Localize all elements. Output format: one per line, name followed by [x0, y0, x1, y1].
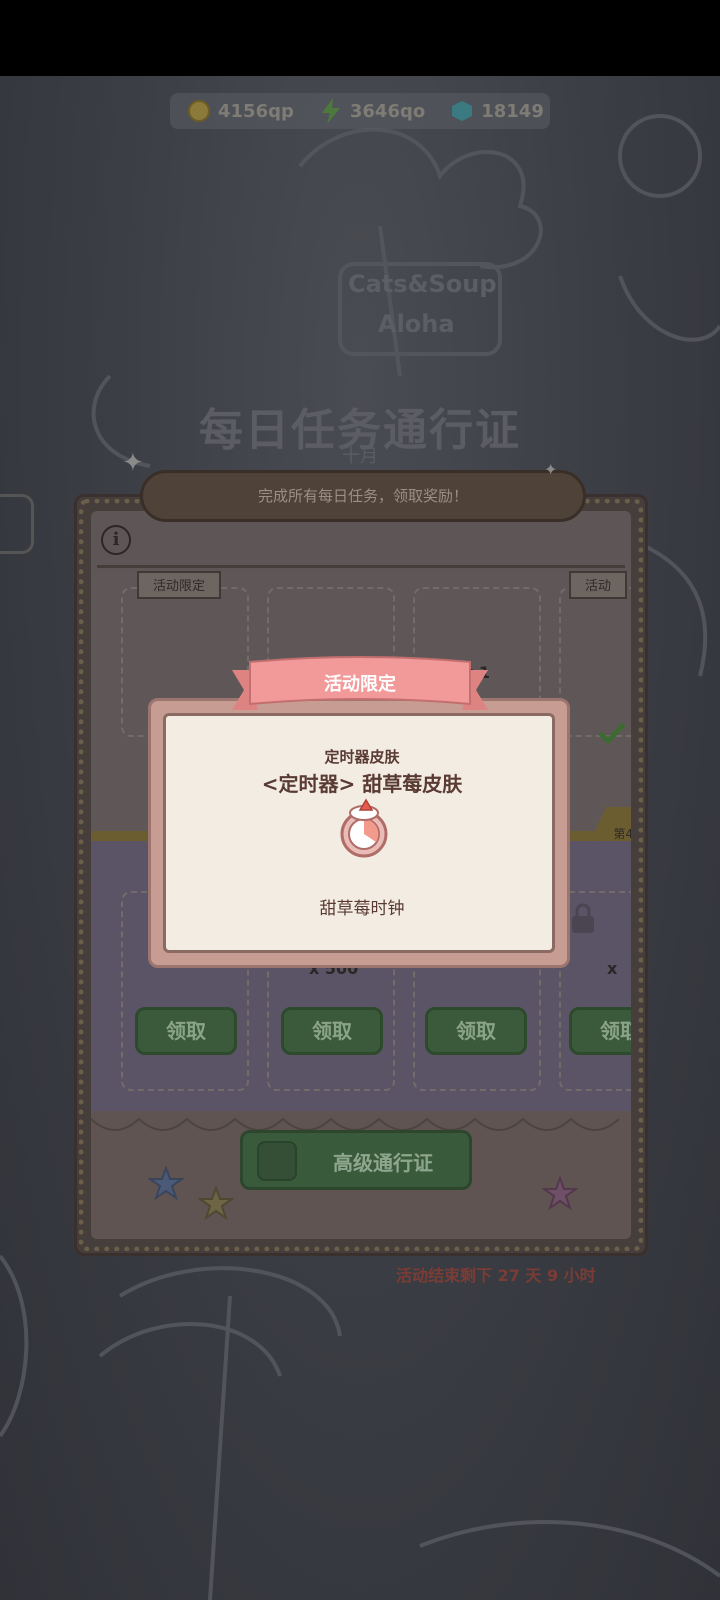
premium-pass-label: 高级通行证: [333, 1151, 433, 1175]
item-name: 甜草莓时钟: [319, 899, 405, 919]
checkmark-icon: [598, 722, 626, 745]
claim-button[interactable]: 领取: [135, 1007, 237, 1055]
premium-pass-button[interactable]: 高级通行证: [240, 1130, 472, 1190]
gem-value: 18149: [481, 100, 544, 122]
currency-bar: 4156qp 3646qo 18149: [170, 93, 550, 129]
lock-icon: [572, 903, 594, 933]
strawberry-timer-icon: [340, 798, 388, 858]
sign-illustration-text: Cats&Soup: [348, 270, 497, 298]
divider: [97, 565, 625, 568]
hanging-star-icon: [542, 1176, 578, 1211]
level-label: 第4: [613, 827, 631, 841]
energy-value: 3646qo: [349, 100, 426, 122]
gem-icon: [452, 101, 473, 121]
claim-button[interactable]: 领取: [569, 1007, 631, 1055]
gem-counter: 18149: [451, 100, 544, 122]
sparkle-icon: ✦: [122, 448, 144, 478]
lock-icon: [257, 1141, 297, 1181]
task-banner: 完成所有每日任务，领取奖励！: [140, 470, 586, 522]
coin-counter: 4156qp: [188, 100, 294, 122]
hanging-star-icon: [198, 1186, 234, 1221]
lightning-icon: [321, 98, 340, 124]
sparkle-icon: ✦: [544, 460, 558, 479]
limited-ribbon: 活动限定: [232, 656, 488, 720]
claim-button[interactable]: 领取: [425, 1007, 527, 1055]
energy-counter: 3646qo: [320, 98, 425, 124]
reward-detail-modal[interactable]: 定时器皮肤 <定时器> 甜草莓皮肤 甜草莓时钟: [148, 698, 570, 968]
page-subtitle: 十月: [342, 446, 378, 467]
hanging-star-icon: [148, 1166, 184, 1201]
status-bar: [0, 0, 720, 76]
item-type: 定时器皮肤: [324, 748, 400, 766]
reward-quantity: x: [607, 959, 618, 978]
side-tab[interactable]: [0, 494, 34, 554]
screen: Cats&Soup Aloha 4156qp 3646qo 18149 每日任务…: [0, 0, 720, 1600]
svg-text:Aloha: Aloha: [378, 310, 455, 338]
coin-icon: [188, 100, 210, 122]
limited-tag: 活动限定: [137, 571, 222, 599]
coin-value: 4156qp: [218, 100, 294, 122]
limited-tag: 活动: [569, 571, 628, 599]
claim-button[interactable]: 领取: [281, 1007, 383, 1055]
info-icon[interactable]: i: [101, 525, 131, 555]
event-countdown: 活动结束剩下 27 天 9 小时: [396, 1266, 596, 1285]
item-title: <定时器> 甜草莓皮肤: [261, 772, 463, 796]
modal-card: 定时器皮肤 <定时器> 甜草莓皮肤 甜草莓时钟: [163, 713, 555, 953]
ribbon-label: 活动限定: [324, 674, 396, 695]
